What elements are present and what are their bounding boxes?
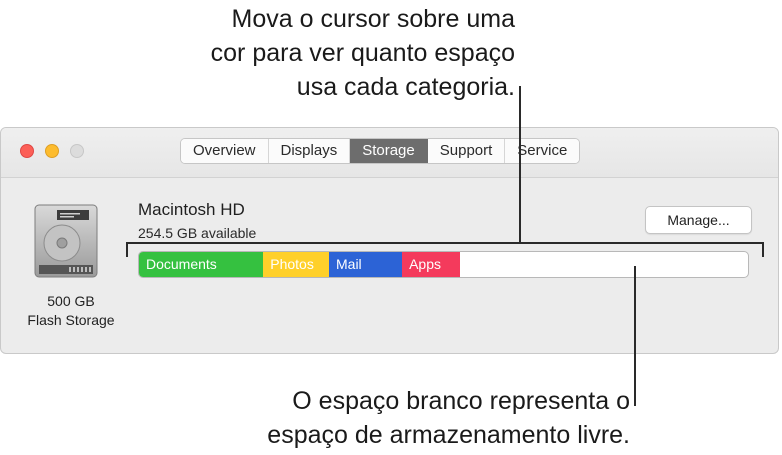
callout-top-bracket-left xyxy=(126,242,128,257)
tab-support[interactable]: Support xyxy=(427,139,506,163)
callout-top-leader xyxy=(519,86,521,243)
close-button[interactable] xyxy=(20,144,34,158)
segment-label: Apps xyxy=(409,256,441,272)
zoom-button[interactable] xyxy=(70,144,84,158)
callout-bottom-leader xyxy=(634,266,636,406)
volume-name: Macintosh HD xyxy=(138,200,245,219)
tab-storage[interactable]: Storage xyxy=(350,139,428,163)
segment-label: Photos xyxy=(270,256,314,272)
segment-apps[interactable]: Apps xyxy=(402,252,460,277)
callout-top-bracket xyxy=(126,242,763,244)
segment-documents[interactable]: Documents xyxy=(139,252,264,277)
hard-drive-icon xyxy=(34,204,98,278)
tab-overview[interactable]: Overview xyxy=(181,139,269,163)
segment-photos[interactable]: Photos xyxy=(263,252,329,277)
callout-hover-colors: Mova o cursor sobre uma cor para ver qua… xyxy=(210,5,515,101)
segment-label: Documents xyxy=(146,256,217,272)
tab-service[interactable]: Service xyxy=(505,139,580,163)
segment-label: Mail xyxy=(336,256,362,272)
volume-available: 254.5 GB available xyxy=(138,225,257,241)
manage-button[interactable]: Manage... xyxy=(645,206,752,234)
about-this-mac-window: Overview Displays Storage Support Servic… xyxy=(0,127,779,354)
callout-free-space: O espaço branco representa o espaço de a… xyxy=(267,387,630,449)
minimize-button[interactable] xyxy=(45,144,59,158)
titlebar: Overview Displays Storage Support Servic… xyxy=(1,128,778,178)
disk-caption: 500 GB Flash Storage xyxy=(27,293,115,328)
tab-displays[interactable]: Displays xyxy=(268,139,351,163)
storage-bar[interactable]: Documents Photos Mail Apps xyxy=(138,251,749,278)
segment-mail[interactable]: Mail xyxy=(329,252,403,277)
callout-top-bracket-right xyxy=(762,242,764,257)
